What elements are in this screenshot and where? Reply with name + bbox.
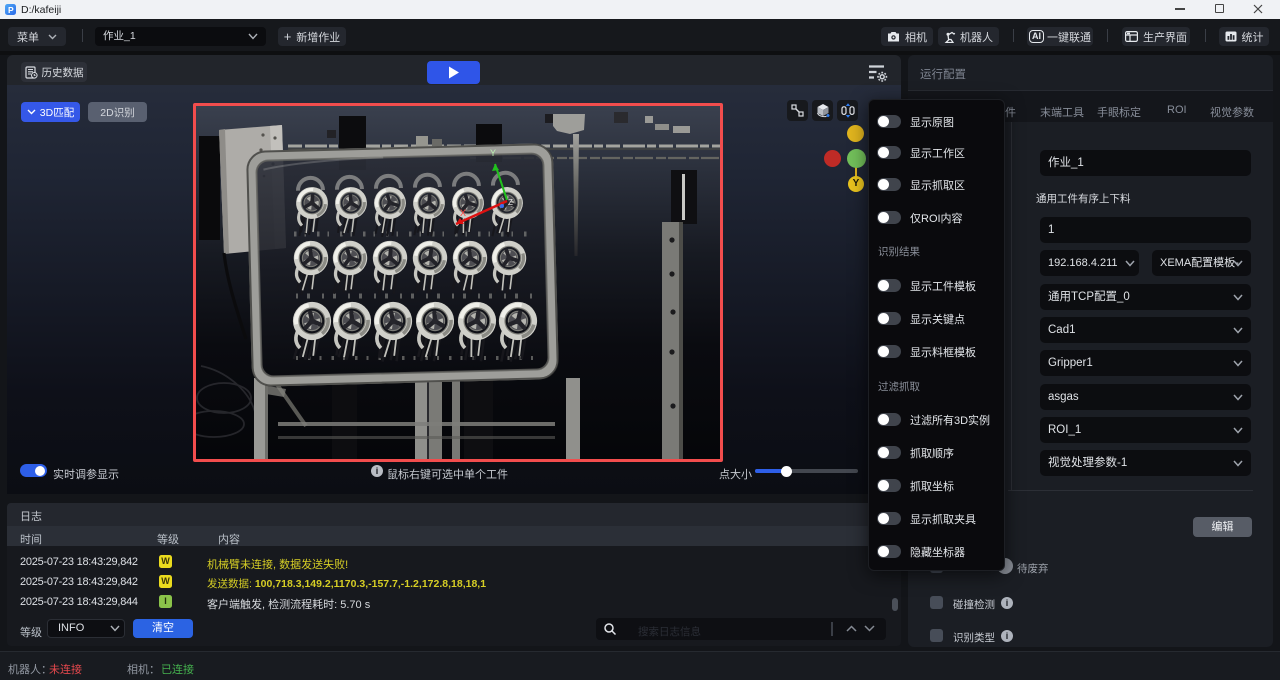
- svg-text:X: X: [460, 208, 466, 218]
- svg-text:Y: Y: [490, 148, 496, 158]
- svg-text:Z: Z: [508, 198, 513, 207]
